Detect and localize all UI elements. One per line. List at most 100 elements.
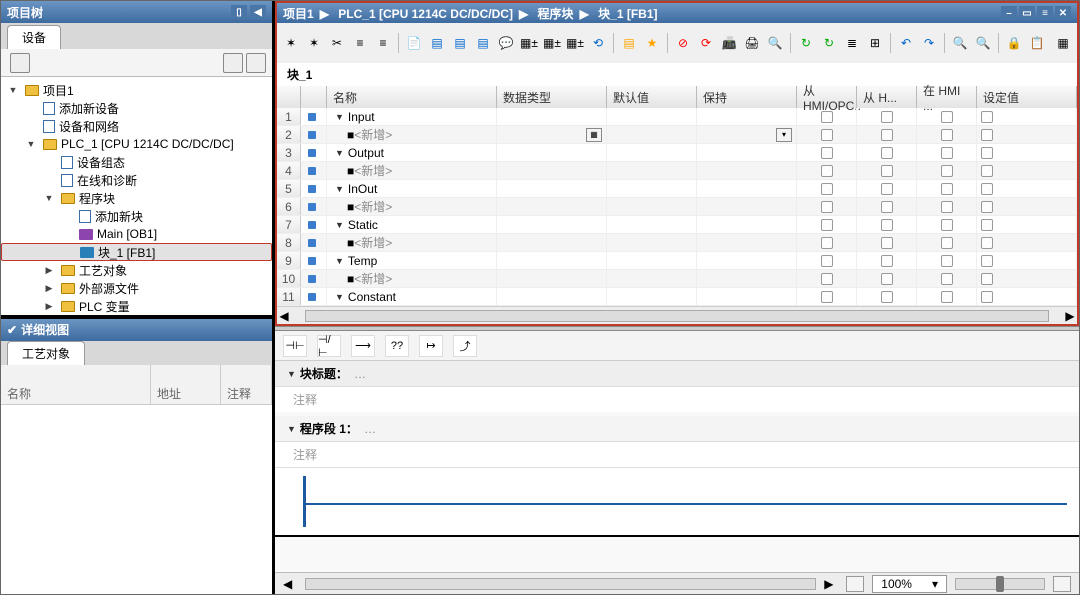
tool-expand[interactable] — [10, 53, 30, 73]
tree-item[interactable]: 设备组态 — [1, 153, 272, 171]
detail-tab[interactable]: 工艺对象 — [7, 341, 85, 365]
tree-item[interactable]: ▼PLC_1 [CPU 1214C DC/DC/DC] — [1, 135, 272, 153]
tb-25[interactable]: ⊞ — [865, 33, 885, 53]
tree-item[interactable]: 添加新设备 — [1, 99, 272, 117]
col-hmi3[interactable]: 在 HMI ... — [917, 86, 977, 108]
st-a[interactable] — [846, 576, 864, 592]
col-def[interactable]: 默认值 — [607, 86, 697, 108]
breadcrumb: 项目1▶ PLC_1 [CPU 1214C DC/DC/DC]▶ 程序块▶ 块_… — [283, 5, 658, 22]
tb-17[interactable]: ⊘ — [673, 33, 693, 53]
tb-10[interactable]: 💬 — [496, 33, 516, 53]
tb-21[interactable]: 🔍 — [765, 33, 785, 53]
tb-19[interactable]: 📠 — [719, 33, 739, 53]
branch-open-icon[interactable]: ↦ — [419, 335, 443, 357]
tool-a[interactable] — [223, 53, 243, 73]
tree-item[interactable]: ▼项目1 — [1, 81, 272, 99]
tb-9[interactable]: ▤ — [473, 33, 493, 53]
tb-20[interactable]: 🖨 — [742, 33, 762, 53]
project-tree[interactable]: ▼项目1添加新设备设备和网络▼PLC_1 [CPU 1214C DC/DC/DC… — [1, 77, 272, 315]
h-scrollbar[interactable]: ◀▶ — [277, 306, 1077, 324]
tree-item[interactable]: Main [OB1] — [1, 225, 272, 243]
win-restore-icon[interactable]: ▭ — [1019, 6, 1035, 20]
tb-1[interactable]: ✶ — [281, 33, 301, 53]
var-row[interactable]: 3▼ Output — [277, 144, 1077, 162]
col-hmi2[interactable]: 从 H... — [857, 86, 917, 108]
var-row[interactable]: 9▼ Temp — [277, 252, 1077, 270]
tree-item[interactable]: 在线和诊断 — [1, 171, 272, 189]
win-max-icon[interactable]: ≡ — [1037, 6, 1053, 20]
tb-5[interactable]: ≡ — [373, 33, 393, 53]
tb-26[interactable]: ↶ — [896, 33, 916, 53]
tb-12[interactable]: ▦± — [542, 33, 562, 53]
tb-23[interactable]: ↻ — [819, 33, 839, 53]
contact-no-icon[interactable]: ⊣⊢ — [283, 335, 307, 357]
tb-2[interactable]: ✶ — [304, 33, 324, 53]
var-row[interactable]: 7▼ Static — [277, 216, 1077, 234]
tb-15[interactable]: ▤ — [619, 33, 639, 53]
network-1-header[interactable]: ▼程序段 1：… — [275, 416, 1079, 442]
var-row[interactable]: 1▼ Input — [277, 108, 1077, 126]
zoom-select[interactable]: 100%▾ — [872, 575, 947, 593]
tb-31[interactable]: 📋 — [1027, 33, 1047, 53]
ladder-canvas[interactable] — [275, 467, 1079, 537]
coil-icon[interactable]: ⟶ — [351, 335, 375, 357]
network-1-comment[interactable]: 注释 — [275, 442, 1079, 467]
tree-item[interactable]: 块_1 [FB1] — [1, 243, 272, 261]
var-row[interactable]: 6■ <新增> — [277, 198, 1077, 216]
col-set[interactable]: 设定值 — [977, 86, 1077, 108]
tb-18[interactable]: ⟳ — [696, 33, 716, 53]
tree-item[interactable]: 设备和网络 — [1, 117, 272, 135]
tree-item[interactable]: ▶外部源文件 — [1, 279, 272, 297]
tb-24[interactable]: ≣ — [842, 33, 862, 53]
block-title-header[interactable]: ▼块标题：… — [275, 361, 1079, 387]
tb-7[interactable]: ▤ — [427, 33, 447, 53]
var-row[interactable]: 11▼ Constant — [277, 288, 1077, 306]
tb-4[interactable]: ≡ — [350, 33, 370, 53]
tb-13[interactable]: ▦± — [565, 33, 585, 53]
var-row[interactable]: 8■ <新增> — [277, 234, 1077, 252]
tb-cut[interactable]: ✂ — [327, 33, 347, 53]
col-keep[interactable]: 保持 — [697, 86, 797, 108]
tb-30[interactable]: 🔒 — [1004, 33, 1024, 53]
tool-b[interactable] — [246, 53, 266, 73]
tb-8[interactable]: ▤ — [450, 33, 470, 53]
var-row[interactable]: 5▼ InOut — [277, 180, 1077, 198]
var-row[interactable]: 10■ <新增> — [277, 270, 1077, 288]
branch-close-icon[interactable]: ⤴ — [453, 335, 477, 357]
collapse-icon[interactable]: ▯ — [231, 5, 247, 19]
tree-item[interactable]: 添加新块 — [1, 207, 272, 225]
win-close-icon[interactable]: ✕ — [1055, 6, 1071, 20]
variable-table: 名称 数据类型 默认值 保持 从 HMI/OPC.. 从 H... 在 HMI … — [275, 86, 1079, 326]
zoom-slider[interactable] — [955, 578, 1045, 590]
col-dtype[interactable]: 数据类型 — [497, 86, 607, 108]
tb-28[interactable]: 🔍 — [950, 33, 970, 53]
left-tabs: 设备 — [1, 23, 272, 49]
tree-item[interactable]: ▼程序块 — [1, 189, 272, 207]
project-tree-title: 项目树 ▯◀ — [1, 1, 272, 23]
editor-toolbar: ✶ ✶ ✂ ≡ ≡ 📄 ▤ ▤ ▤ 💬 ▦± ▦± ▦± ⟲ ▤ ★ ⊘ ⟳ 📠… — [275, 23, 1079, 63]
col-hmi1[interactable]: 从 HMI/OPC.. — [797, 86, 857, 108]
tb-6[interactable]: 📄 — [404, 33, 424, 53]
detail-title: ✔详细视图 — [1, 319, 272, 341]
left-arrow-icon[interactable]: ◀ — [250, 5, 266, 19]
box-icon[interactable]: ?? — [385, 335, 409, 357]
tb-14[interactable]: ⟲ — [588, 33, 608, 53]
block-comment[interactable]: 注释 — [275, 387, 1079, 412]
ladder-toolbar: ⊣⊢ ⊣/⊢ ⟶ ?? ↦ ⤴ — [275, 331, 1079, 361]
contact-nc-icon[interactable]: ⊣/⊢ — [317, 335, 341, 357]
h-scroll[interactable] — [305, 578, 816, 590]
tree-item[interactable]: ▶PLC 变量 — [1, 297, 272, 315]
tb-27[interactable]: ↷ — [919, 33, 939, 53]
var-row[interactable]: 2■ <新增>▦▾ — [277, 126, 1077, 144]
tb-expand[interactable]: ▦ — [1053, 33, 1073, 53]
st-b[interactable] — [1053, 576, 1071, 592]
tb-22[interactable]: ↻ — [796, 33, 816, 53]
win-min-icon[interactable]: – — [1001, 6, 1017, 20]
tb-29[interactable]: 🔍 — [973, 33, 993, 53]
tb-16[interactable]: ★ — [642, 33, 662, 53]
tree-item[interactable]: ▶工艺对象 — [1, 261, 272, 279]
col-name[interactable]: 名称 — [327, 86, 497, 108]
tab-device[interactable]: 设备 — [7, 25, 61, 49]
tb-11[interactable]: ▦± — [519, 33, 539, 53]
var-row[interactable]: 4■ <新增> — [277, 162, 1077, 180]
